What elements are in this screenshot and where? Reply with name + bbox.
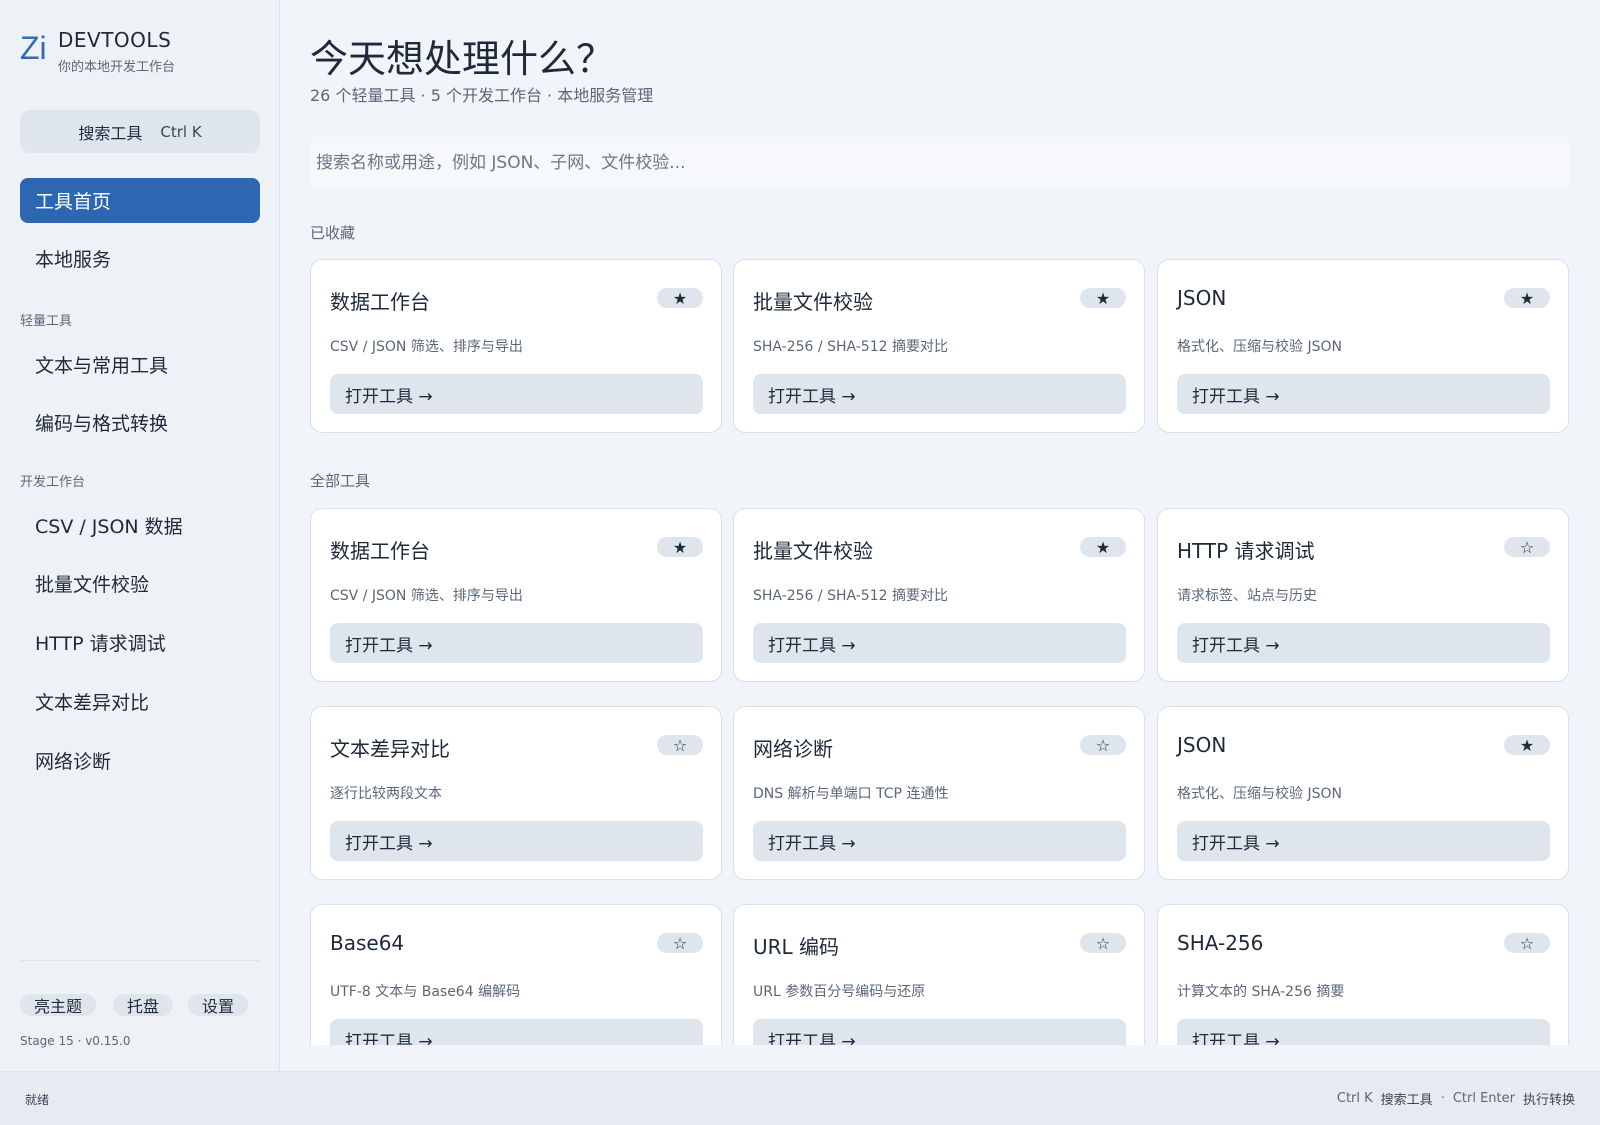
tool-card-title: 批量文件校验 bbox=[753, 539, 873, 563]
nav-group-light: 轻量工具 bbox=[20, 314, 73, 329]
sidebar-item-net-diag[interactable]: 网络诊断 bbox=[20, 738, 260, 783]
brand-subtitle: 你的本地开发工作台 bbox=[58, 60, 176, 75]
sidebar-item-home[interactable]: 工具首页 bbox=[20, 178, 260, 223]
tool-card-description: CSV / JSON 筛选、排序与导出 bbox=[330, 588, 523, 604]
brand-title: DEVTOOLS bbox=[58, 28, 172, 52]
tool-card-description: CSV / JSON 筛选、排序与导出 bbox=[330, 339, 523, 355]
search-tool-shortcut: Ctrl K bbox=[160, 122, 202, 141]
sidebar-item-text-diff[interactable]: 文本差异对比 bbox=[20, 679, 260, 724]
sidebar: Zi DEVTOOLS 你的本地开发工作台 搜索工具 Ctrl K 工具首页 本… bbox=[0, 0, 280, 1071]
star-filled-icon[interactable]: ★ bbox=[1504, 288, 1550, 308]
open-tool-button[interactable]: 打开工具 → bbox=[1177, 821, 1550, 861]
tool-card[interactable]: URL 编码 ☆ URL 参数百分号编码与还原打开工具 → bbox=[733, 904, 1145, 1045]
open-tool-button[interactable]: 打开工具 → bbox=[753, 1019, 1126, 1045]
star-outline-icon[interactable]: ☆ bbox=[1080, 735, 1126, 755]
tool-card-description: 格式化、压缩与校验 JSON bbox=[1177, 786, 1342, 802]
open-tool-button[interactable]: 打开工具 → bbox=[753, 623, 1126, 663]
tool-card-description: 请求标签、站点与历史 bbox=[1177, 588, 1317, 604]
settings-button[interactable]: 设置 bbox=[188, 994, 249, 1016]
tool-card[interactable]: 网络诊断 ☆ DNS 解析与单端口 TCP 连通性打开工具 → bbox=[733, 706, 1145, 880]
open-tool-button[interactable]: 打开工具 → bbox=[1177, 374, 1550, 414]
tool-card-title: SHA-256 bbox=[1177, 931, 1264, 955]
tool-card-title: 批量文件校验 bbox=[753, 290, 873, 314]
star-outline-icon[interactable]: ☆ bbox=[657, 735, 703, 755]
star-outline-icon[interactable]: ☆ bbox=[1504, 537, 1550, 557]
tool-card[interactable]: 数据工作台 ★ CSV / JSON 筛选、排序与导出打开工具 → bbox=[310, 508, 722, 682]
tool-card-title: JSON bbox=[1177, 733, 1227, 757]
tool-card-description: DNS 解析与单端口 TCP 连通性 bbox=[753, 786, 949, 802]
tool-card[interactable]: 批量文件校验 ★ SHA-256 / SHA-512 摘要对比打开工具 → bbox=[733, 508, 1145, 682]
tool-card-description: UTF-8 文本与 Base64 编解码 bbox=[330, 984, 521, 1000]
tool-card-title: URL 编码 bbox=[753, 935, 840, 959]
sidebar-item-text-tools[interactable]: 文本与常用工具 bbox=[20, 342, 260, 387]
nav-group-dev: 开发工作台 bbox=[20, 475, 86, 490]
star-outline-icon[interactable]: ☆ bbox=[1080, 933, 1126, 953]
open-tool-button[interactable]: 打开工具 → bbox=[1177, 1019, 1550, 1045]
tool-search-input[interactable] bbox=[310, 137, 1570, 188]
shortcut-action-convert: 执行转换 bbox=[1522, 1093, 1575, 1108]
tool-card-description: SHA-256 / SHA-512 摘要对比 bbox=[753, 339, 948, 355]
sidebar-item-services[interactable]: 本地服务 bbox=[20, 236, 260, 281]
tool-card-title: 数据工作台 bbox=[330, 539, 430, 563]
sidebar-item-csv-json[interactable]: CSV / JSON 数据 bbox=[20, 503, 260, 548]
tool-card[interactable]: JSON ★ 格式化、压缩与校验 JSON 打开工具 → bbox=[1157, 259, 1569, 433]
tool-card-title: 文本差异对比 bbox=[330, 737, 450, 761]
shortcut-action-search: 搜索工具 bbox=[1380, 1093, 1433, 1108]
status-bar: 就绪 Ctrl K 搜索工具 · Ctrl Enter 执行转换 bbox=[0, 1071, 1600, 1125]
tool-card-title: JSON bbox=[1177, 286, 1227, 310]
shortcut-separator: · bbox=[1440, 1091, 1445, 1106]
sidebar-item-http-debug[interactable]: HTTP 请求调试 bbox=[20, 620, 260, 665]
tool-card-title: 网络诊断 bbox=[753, 737, 833, 761]
tool-card[interactable]: SHA-256 ☆ 计算文本的 SHA-256 摘要打开工具 → bbox=[1157, 904, 1569, 1045]
open-tool-button[interactable]: 打开工具 → bbox=[330, 623, 703, 663]
tool-card-description: URL 参数百分号编码与还原 bbox=[753, 984, 926, 1000]
star-filled-icon[interactable]: ★ bbox=[657, 537, 703, 557]
open-tool-button[interactable]: 打开工具 → bbox=[330, 374, 703, 414]
search-tool-label: 搜索工具 bbox=[78, 123, 143, 143]
sidebar-item-batch-verify[interactable]: 批量文件校验 bbox=[20, 561, 260, 606]
open-tool-button[interactable]: 打开工具 → bbox=[330, 821, 703, 861]
tray-button[interactable]: 托盘 bbox=[113, 994, 174, 1016]
section-all-label: 全部工具 bbox=[310, 472, 371, 490]
star-filled-icon[interactable]: ★ bbox=[1080, 537, 1126, 557]
open-tool-button[interactable]: 打开工具 → bbox=[330, 1019, 703, 1045]
open-tool-button[interactable]: 打开工具 → bbox=[753, 821, 1126, 861]
shortcut-hints: Ctrl K 搜索工具 · Ctrl Enter 执行转换 bbox=[1337, 1089, 1575, 1108]
sidebar-divider bbox=[20, 960, 260, 961]
sidebar-item-encode-tools[interactable]: 编码与格式转换 bbox=[20, 400, 260, 445]
tool-card-title: 数据工作台 bbox=[330, 290, 430, 314]
theme-toggle-button[interactable]: 亮主题 bbox=[20, 994, 97, 1016]
star-filled-icon[interactable]: ★ bbox=[1080, 288, 1126, 308]
section-favorites-label: 已收藏 bbox=[310, 224, 356, 242]
tool-card[interactable]: JSON ★ 格式化、压缩与校验 JSON 打开工具 → bbox=[1157, 706, 1569, 880]
tool-card-title: Base64 bbox=[330, 931, 405, 955]
version-label: Stage 15 · v0.15.0 bbox=[20, 1034, 131, 1048]
tool-card-description: SHA-256 / SHA-512 摘要对比 bbox=[753, 588, 948, 604]
tool-card-description: 计算文本的 SHA-256 摘要 bbox=[1177, 984, 1345, 1000]
tool-card-description: 逐行比较两段文本 bbox=[330, 786, 442, 802]
page-title: 今天想处理什么？ bbox=[310, 37, 615, 81]
open-tool-button[interactable]: 打开工具 → bbox=[753, 374, 1126, 414]
star-outline-icon[interactable]: ☆ bbox=[1504, 933, 1550, 953]
status-text: 就绪 bbox=[25, 1093, 50, 1107]
tool-card[interactable]: 数据工作台 ★ CSV / JSON 筛选、排序与导出打开工具 → bbox=[310, 259, 722, 433]
search-tool-button[interactable]: 搜索工具 Ctrl K bbox=[20, 110, 260, 153]
main-content: 今天想处理什么？ 26 个轻量工具 · 5 个开发工作台 · 本地服务管理 已收… bbox=[281, 0, 1600, 1045]
tool-card-description: 格式化、压缩与校验 JSON bbox=[1177, 339, 1342, 355]
tool-card[interactable]: Base64 ☆ UTF-8 文本与 Base64 编解码打开工具 → bbox=[310, 904, 722, 1045]
open-tool-button[interactable]: 打开工具 → bbox=[1177, 623, 1550, 663]
shortcut-key-convert: Ctrl Enter bbox=[1452, 1091, 1515, 1106]
shortcut-key-search: Ctrl K bbox=[1336, 1091, 1373, 1106]
tool-card[interactable]: 文本差异对比 ☆ 逐行比较两段文本打开工具 → bbox=[310, 706, 722, 880]
star-filled-icon[interactable]: ★ bbox=[1504, 735, 1550, 755]
tool-card[interactable]: HTTP 请求调试 ☆ 请求标签、站点与历史打开工具 → bbox=[1157, 508, 1569, 682]
tool-card[interactable]: 批量文件校验 ★ SHA-256 / SHA-512 摘要对比打开工具 → bbox=[733, 259, 1145, 433]
star-outline-icon[interactable]: ☆ bbox=[657, 933, 703, 953]
page-subtitle: 26 个轻量工具 · 5 个开发工作台 · 本地服务管理 bbox=[310, 86, 654, 105]
brand: Zi DEVTOOLS 你的本地开发工作台 bbox=[20, 28, 175, 75]
star-filled-icon[interactable]: ★ bbox=[657, 288, 703, 308]
tool-card-title: HTTP 请求调试 bbox=[1177, 539, 1315, 563]
brand-logo: Zi bbox=[20, 30, 47, 66]
